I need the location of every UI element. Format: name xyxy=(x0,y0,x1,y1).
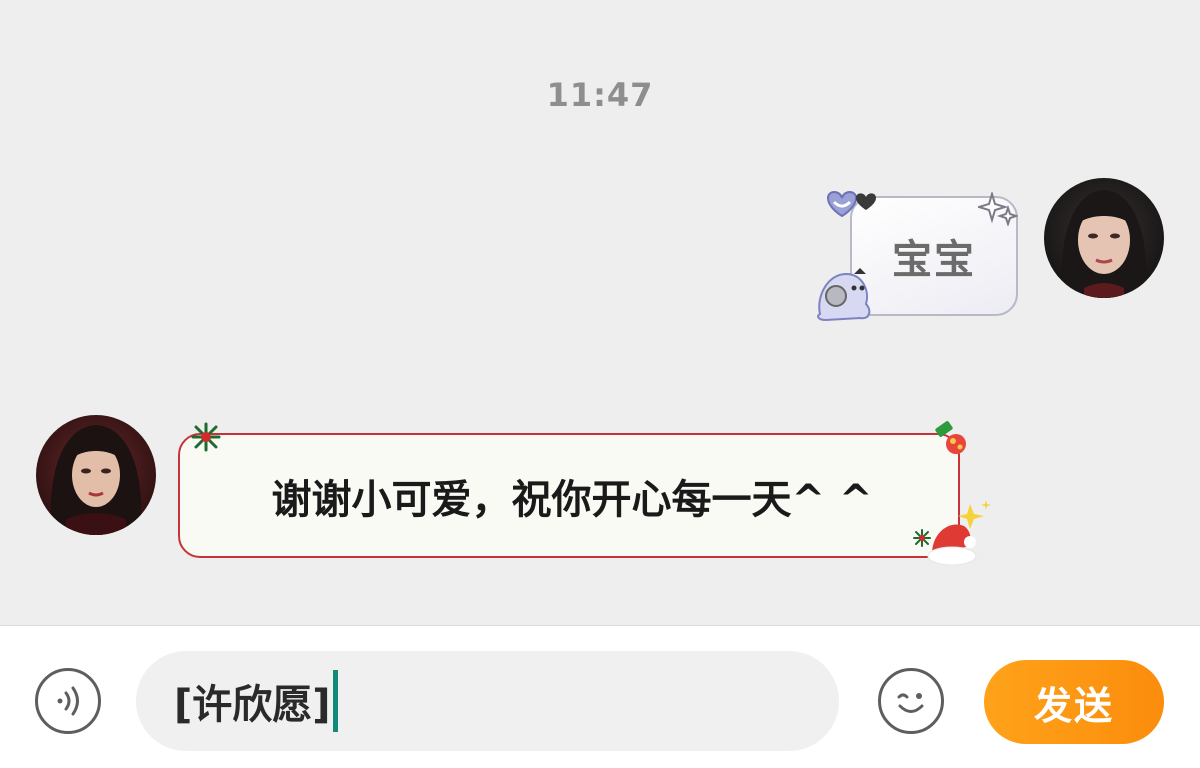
message-input-value: [许欣愿] xyxy=(174,682,331,728)
santa-hat-icon xyxy=(913,500,991,566)
voice-wave-icon xyxy=(57,686,79,716)
cute-creature-sticker-icon xyxy=(817,268,871,322)
christmas-ornament-icon xyxy=(935,421,966,454)
chat-screen: 11:47 宝宝 谢谢小可爱，祝你开心每一天^ ^ [许欣愿] 发送 xyxy=(0,0,1200,768)
send-button[interactable]: 发送 xyxy=(984,660,1164,744)
contact-avatar[interactable] xyxy=(36,415,156,535)
heart-sticker-icon xyxy=(826,191,876,218)
sparkle-icon xyxy=(978,192,1018,226)
self-avatar-image xyxy=(1044,178,1164,298)
holly-icon xyxy=(191,422,221,452)
text-caret xyxy=(332,670,338,732)
message-input[interactable]: [许欣愿] xyxy=(136,651,839,751)
incoming-message-bubble[interactable]: 谢谢小可爱，祝你开心每一天^ ^ xyxy=(178,433,960,558)
message-timestamp: 11:47 xyxy=(546,76,654,114)
composer-bar: [许欣愿] 发送 xyxy=(0,625,1200,768)
voice-input-button[interactable] xyxy=(35,668,101,734)
emoji-button[interactable] xyxy=(878,668,944,734)
smiley-icon xyxy=(897,693,924,713)
contact-avatar-image xyxy=(36,415,156,535)
incoming-message-text: 谢谢小可爱，祝你开心每一天^ ^ xyxy=(271,476,873,523)
self-avatar[interactable] xyxy=(1044,178,1164,298)
message-list[interactable]: 11:47 宝宝 谢谢小可爱，祝你开心每一天^ ^ xyxy=(0,0,1200,625)
